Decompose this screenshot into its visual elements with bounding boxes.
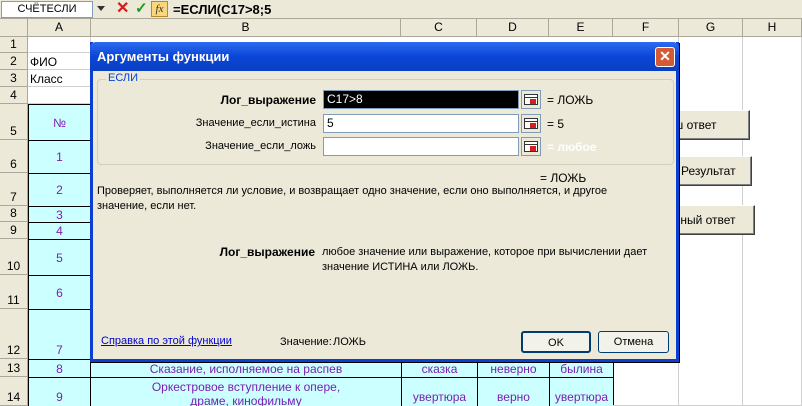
row-header[interactable]: 13	[0, 359, 28, 377]
help-link[interactable]: Справка по этой функции	[101, 335, 232, 347]
table-header-number[interactable]: №	[28, 104, 91, 141]
arg-input-logical-test[interactable]: C17>8	[323, 90, 519, 109]
row-header[interactable]: 3	[0, 70, 28, 87]
range-select-icon	[524, 141, 538, 152]
formula-bar: СЧЁТЕСЛИ ✕ ✓ fx =ЕСЛИ(C17>8;5	[0, 0, 802, 19]
cell-e14[interactable]: увертюра	[549, 377, 614, 406]
row-header[interactable]: 12	[0, 309, 28, 359]
row-header[interactable]: 4	[0, 87, 28, 104]
table-row-number[interactable]: 9	[28, 377, 91, 406]
dialog-titlebar[interactable]: Аргументы функции ✕	[90, 42, 679, 71]
select-all-corner[interactable]	[0, 19, 28, 37]
cell-d14[interactable]: верно	[477, 377, 550, 406]
arg-label-value-if-true: Значение_если_истина	[195, 117, 316, 129]
cell-a4[interactable]	[28, 87, 91, 104]
row-header[interactable]: 1	[0, 37, 28, 53]
collapse-dialog-button[interactable]	[521, 137, 541, 156]
row-header[interactable]: 9	[0, 222, 28, 239]
cell-b14[interactable]: Оркестровое вступление к опере, драме, к…	[90, 377, 402, 406]
function-description: Проверяет, выполняется ли условие, и воз…	[97, 185, 608, 212]
row-header[interactable]: 14	[0, 377, 28, 406]
cell-a3[interactable]: Класс	[28, 70, 91, 87]
chevron-down-icon[interactable]	[97, 6, 105, 11]
column-header-a[interactable]: A	[28, 19, 91, 37]
check-icon[interactable]: ✓	[135, 0, 148, 18]
column-header-f[interactable]: F	[613, 19, 679, 37]
close-icon[interactable]: ✕	[655, 47, 675, 67]
cancel-icon[interactable]: ✕	[116, 0, 129, 18]
ok-button[interactable]: OK	[521, 331, 591, 353]
range-select-icon	[524, 118, 538, 129]
row-header[interactable]: 2	[0, 53, 28, 70]
collapse-dialog-button[interactable]	[521, 114, 541, 133]
table-row-number[interactable]: 4	[28, 222, 91, 240]
row-header[interactable]: 8	[0, 206, 28, 222]
arg-input-value-if-true[interactable]: 5	[323, 114, 519, 133]
table-row-number[interactable]: 1	[28, 140, 91, 174]
column-header-c[interactable]: C	[401, 19, 477, 37]
column-header-d[interactable]: D	[477, 19, 549, 37]
table-row-number[interactable]: 6	[28, 275, 91, 310]
column-header-e[interactable]: E	[549, 19, 613, 37]
column-header-h[interactable]: H	[743, 19, 802, 37]
cancel-button[interactable]: Отмена	[598, 331, 669, 353]
arg-help-name: Лог_выражение	[219, 245, 315, 259]
value-label: Значение:	[280, 336, 332, 348]
fx-icon[interactable]: fx	[151, 1, 168, 17]
row-header[interactable]: 11	[0, 275, 28, 309]
collapse-dialog-button[interactable]	[521, 90, 541, 109]
arg-help-text: любое значение или выражение, которое пр…	[322, 246, 648, 273]
arguments-group: ЕСЛИ Лог_выражение C17>8 = ЛОЖЬ Значение…	[97, 72, 674, 165]
function-name: ЕСЛИ	[106, 72, 141, 84]
table-row-number[interactable]: 5	[28, 239, 91, 276]
arg-input-value-if-false[interactable]	[323, 137, 519, 156]
row-header[interactable]: 6	[0, 140, 28, 173]
value-result: ЛОЖЬ	[333, 336, 366, 348]
table-row-number[interactable]: 2	[28, 173, 91, 207]
arg-result-logical-test: = ЛОЖЬ	[547, 93, 594, 107]
range-select-icon	[524, 94, 538, 105]
row-header[interactable]: 5	[0, 104, 28, 140]
cell-a1[interactable]	[28, 37, 91, 53]
arg-label-logical-test: Лог_выражение	[220, 93, 316, 107]
dialog-title: Аргументы функции	[97, 49, 230, 64]
table-row-number[interactable]: 7	[28, 309, 91, 360]
column-header-g[interactable]: G	[679, 19, 743, 37]
cell-a2[interactable]: ФИО	[28, 53, 91, 70]
cell-c14[interactable]: увертюра	[401, 377, 478, 406]
column-header-b[interactable]: B	[91, 19, 401, 37]
arg-result-value-if-true: = 5	[547, 117, 565, 131]
row-header[interactable]: 10	[0, 239, 28, 275]
table-row-number[interactable]: 3	[28, 206, 91, 223]
table-row-number[interactable]: 8	[28, 359, 91, 378]
function-arguments-dialog: Аргументы функции ✕ ЕСЛИ Лог_выражение C…	[90, 42, 679, 362]
row-header[interactable]: 7	[0, 173, 28, 206]
formula-input[interactable]: =ЕСЛИ(C17>8;5	[173, 1, 271, 18]
name-box[interactable]: СЧЁТЕСЛИ	[1, 1, 93, 18]
arg-label-value-if-false: Значение_если_ложь	[205, 140, 316, 152]
arg-result-value-if-false: = любое	[547, 140, 597, 154]
